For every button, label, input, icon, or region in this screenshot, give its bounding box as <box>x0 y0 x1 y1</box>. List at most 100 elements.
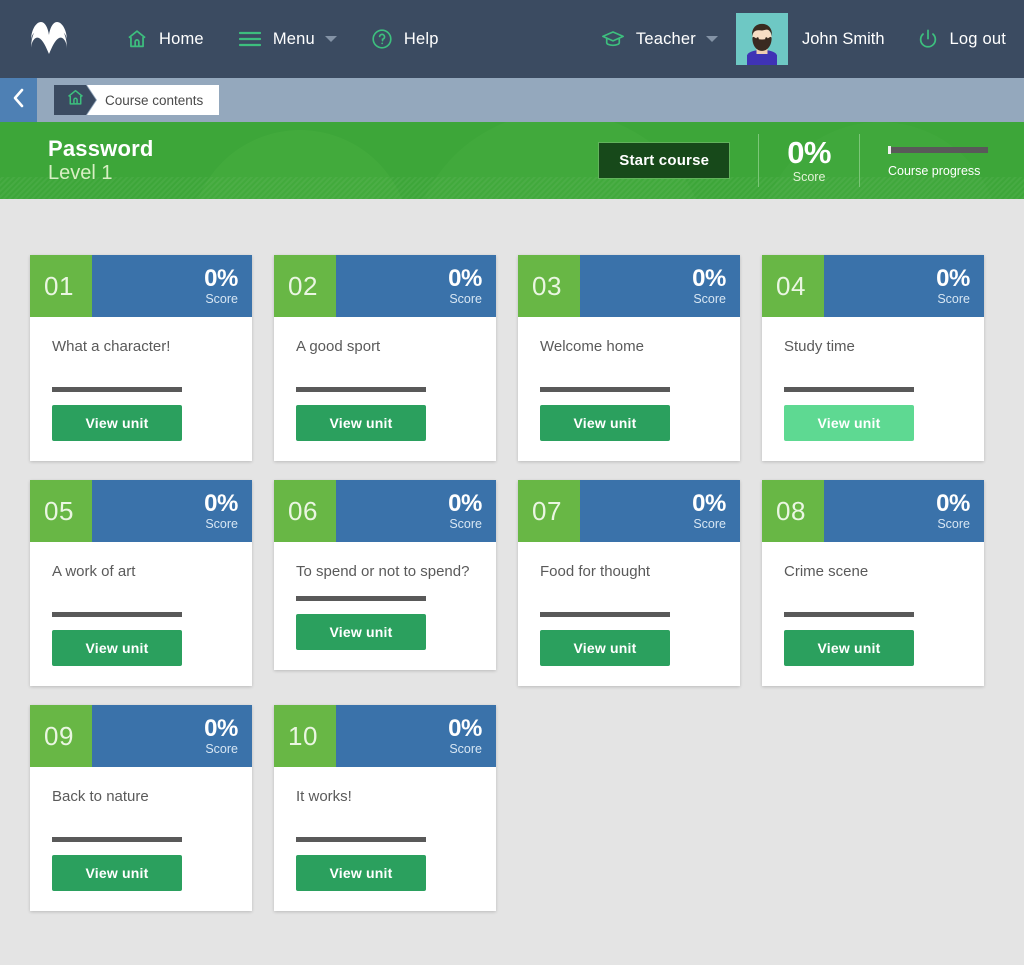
nav-item-home[interactable]: Home <box>126 20 204 58</box>
unit-card-body: Back to nature View unit <box>30 767 252 911</box>
chevron-left-icon <box>11 86 26 115</box>
unit-score-label: Score <box>693 291 726 306</box>
unit-progress-bar <box>784 387 914 392</box>
unit-card[interactable]: 03 0% Score Welcome home View unit <box>518 255 740 461</box>
unit-score-label: Score <box>937 291 970 306</box>
unit-progress-bar <box>296 596 426 601</box>
logout-button[interactable]: Log out <box>917 20 1006 58</box>
avatar[interactable] <box>736 13 788 65</box>
unit-card[interactable]: 08 0% Score Crime scene View unit <box>762 480 984 686</box>
unit-score-block: 0% Score <box>336 705 496 767</box>
unit-card-body: A good sport View unit <box>274 317 496 461</box>
unit-card-body: What a character! View unit <box>30 317 252 461</box>
nav-item-home-label: Home <box>159 29 204 48</box>
logout-label: Log out <box>949 29 1006 48</box>
unit-score-label: Score <box>205 741 238 756</box>
unit-score-label: Score <box>449 516 482 531</box>
unit-card-body: It works! View unit <box>274 767 496 911</box>
unit-title: To spend or not to spend? <box>296 563 470 580</box>
mobymax-logo-icon[interactable] <box>26 16 72 62</box>
unit-card-header: 01 0% Score <box>30 255 252 317</box>
unit-number: 02 <box>274 255 336 317</box>
unit-card[interactable]: 02 0% Score A good sport View unit <box>274 255 496 461</box>
unit-score-block: 0% Score <box>580 480 740 542</box>
unit-card[interactable]: 06 0% Score To spend or not to spend? View u… <box>274 480 496 670</box>
view-unit-button[interactable]: View unit <box>52 630 182 666</box>
course-score-block: 0% Score <box>787 137 831 184</box>
course-level: Level 1 <box>48 161 113 184</box>
unit-score-value: 0% <box>204 489 238 517</box>
unit-card-header: 02 0% Score <box>274 255 496 317</box>
unit-progress-bar <box>784 612 914 617</box>
role-selector-teacher[interactable]: Teacher <box>601 21 718 57</box>
view-unit-button[interactable]: View unit <box>296 614 426 650</box>
back-button[interactable] <box>0 78 37 122</box>
unit-score-label: Score <box>449 741 482 756</box>
unit-score-label: Score <box>937 516 970 531</box>
unit-score-value: 0% <box>448 714 482 742</box>
unit-card-header: 09 0% Score <box>30 705 252 767</box>
unit-score-value: 0% <box>692 264 726 292</box>
breadcrumb-current[interactable]: Course contents <box>87 85 220 115</box>
unit-score-label: Score <box>205 291 238 306</box>
unit-number: 09 <box>30 705 92 767</box>
course-progress-bar <box>888 146 988 154</box>
unit-title: Food for thought <box>540 563 651 580</box>
unit-progress-bar <box>52 387 182 392</box>
view-unit-button[interactable]: View unit <box>52 405 182 441</box>
nav-item-menu[interactable]: Menu <box>238 21 337 57</box>
view-unit-button[interactable]: View unit <box>296 405 426 441</box>
view-unit-button[interactable]: View unit <box>784 630 914 666</box>
unit-card[interactable]: 09 0% Score Back to nature View unit <box>30 705 252 911</box>
unit-score-value: 0% <box>448 489 482 517</box>
course-name: Password <box>48 135 154 161</box>
unit-number: 04 <box>762 255 824 317</box>
account-nav: Teacher John Smith Log out <box>601 0 1006 78</box>
breadcrumb: Course contents <box>54 78 220 122</box>
breadcrumb-bar: Course contents <box>0 78 1024 122</box>
unit-title: Welcome home <box>540 338 644 355</box>
unit-title: Back to nature <box>52 788 149 805</box>
course-score-value: 0% <box>787 135 831 170</box>
course-progress-block: Course progress <box>888 143 988 178</box>
course-title-block: Password Level 1 <box>48 135 154 184</box>
graduation-cap-icon <box>601 29 625 49</box>
unit-score-label: Score <box>205 516 238 531</box>
banner-controls: Start course 0% Score Course progress <box>598 122 1024 199</box>
view-unit-button[interactable]: View unit <box>540 630 670 666</box>
view-unit-button[interactable]: View unit <box>296 855 426 891</box>
start-course-button[interactable]: Start course <box>598 142 731 179</box>
unit-card[interactable]: 07 0% Score Food for thought View unit <box>518 480 740 686</box>
unit-title: A work of art <box>52 563 136 580</box>
unit-card[interactable]: 04 0% Score Study time View unit <box>762 255 984 461</box>
unit-score-value: 0% <box>692 489 726 517</box>
view-unit-button[interactable]: View unit <box>784 405 914 441</box>
unit-card[interactable]: 10 0% Score It works! View unit <box>274 705 496 911</box>
unit-card-header: 05 0% Score <box>30 480 252 542</box>
unit-card-body: Study time View unit <box>762 317 984 461</box>
unit-card-body: Crime scene View unit <box>762 542 984 686</box>
unit-score-block: 0% Score <box>336 255 496 317</box>
unit-number: 10 <box>274 705 336 767</box>
unit-progress-bar <box>52 612 182 617</box>
unit-title: Crime scene <box>784 563 869 580</box>
nav-item-help[interactable]: Help <box>371 20 439 58</box>
unit-card-header: 07 0% Score <box>518 480 740 542</box>
view-unit-button[interactable]: View unit <box>52 855 182 891</box>
unit-number: 03 <box>518 255 580 317</box>
unit-score-block: 0% Score <box>580 255 740 317</box>
unit-progress-bar <box>540 387 670 392</box>
home-icon <box>66 88 85 112</box>
view-unit-button[interactable]: View unit <box>540 405 670 441</box>
unit-title: A good sport <box>296 338 381 355</box>
nav-item-menu-label: Menu <box>272 29 315 48</box>
unit-card[interactable]: 05 0% Score A work of art View unit <box>30 480 252 686</box>
unit-score-label: Score <box>449 291 482 306</box>
unit-card-header: 06 0% Score <box>274 480 496 542</box>
unit-number: 05 <box>30 480 92 542</box>
unit-card[interactable]: 01 0% Score What a character! View unit <box>30 255 252 461</box>
nav-item-help-label: Help <box>403 29 439 48</box>
breadcrumb-home[interactable] <box>54 85 96 115</box>
course-progress-label: Course progress <box>888 164 981 178</box>
unit-number: 08 <box>762 480 824 542</box>
